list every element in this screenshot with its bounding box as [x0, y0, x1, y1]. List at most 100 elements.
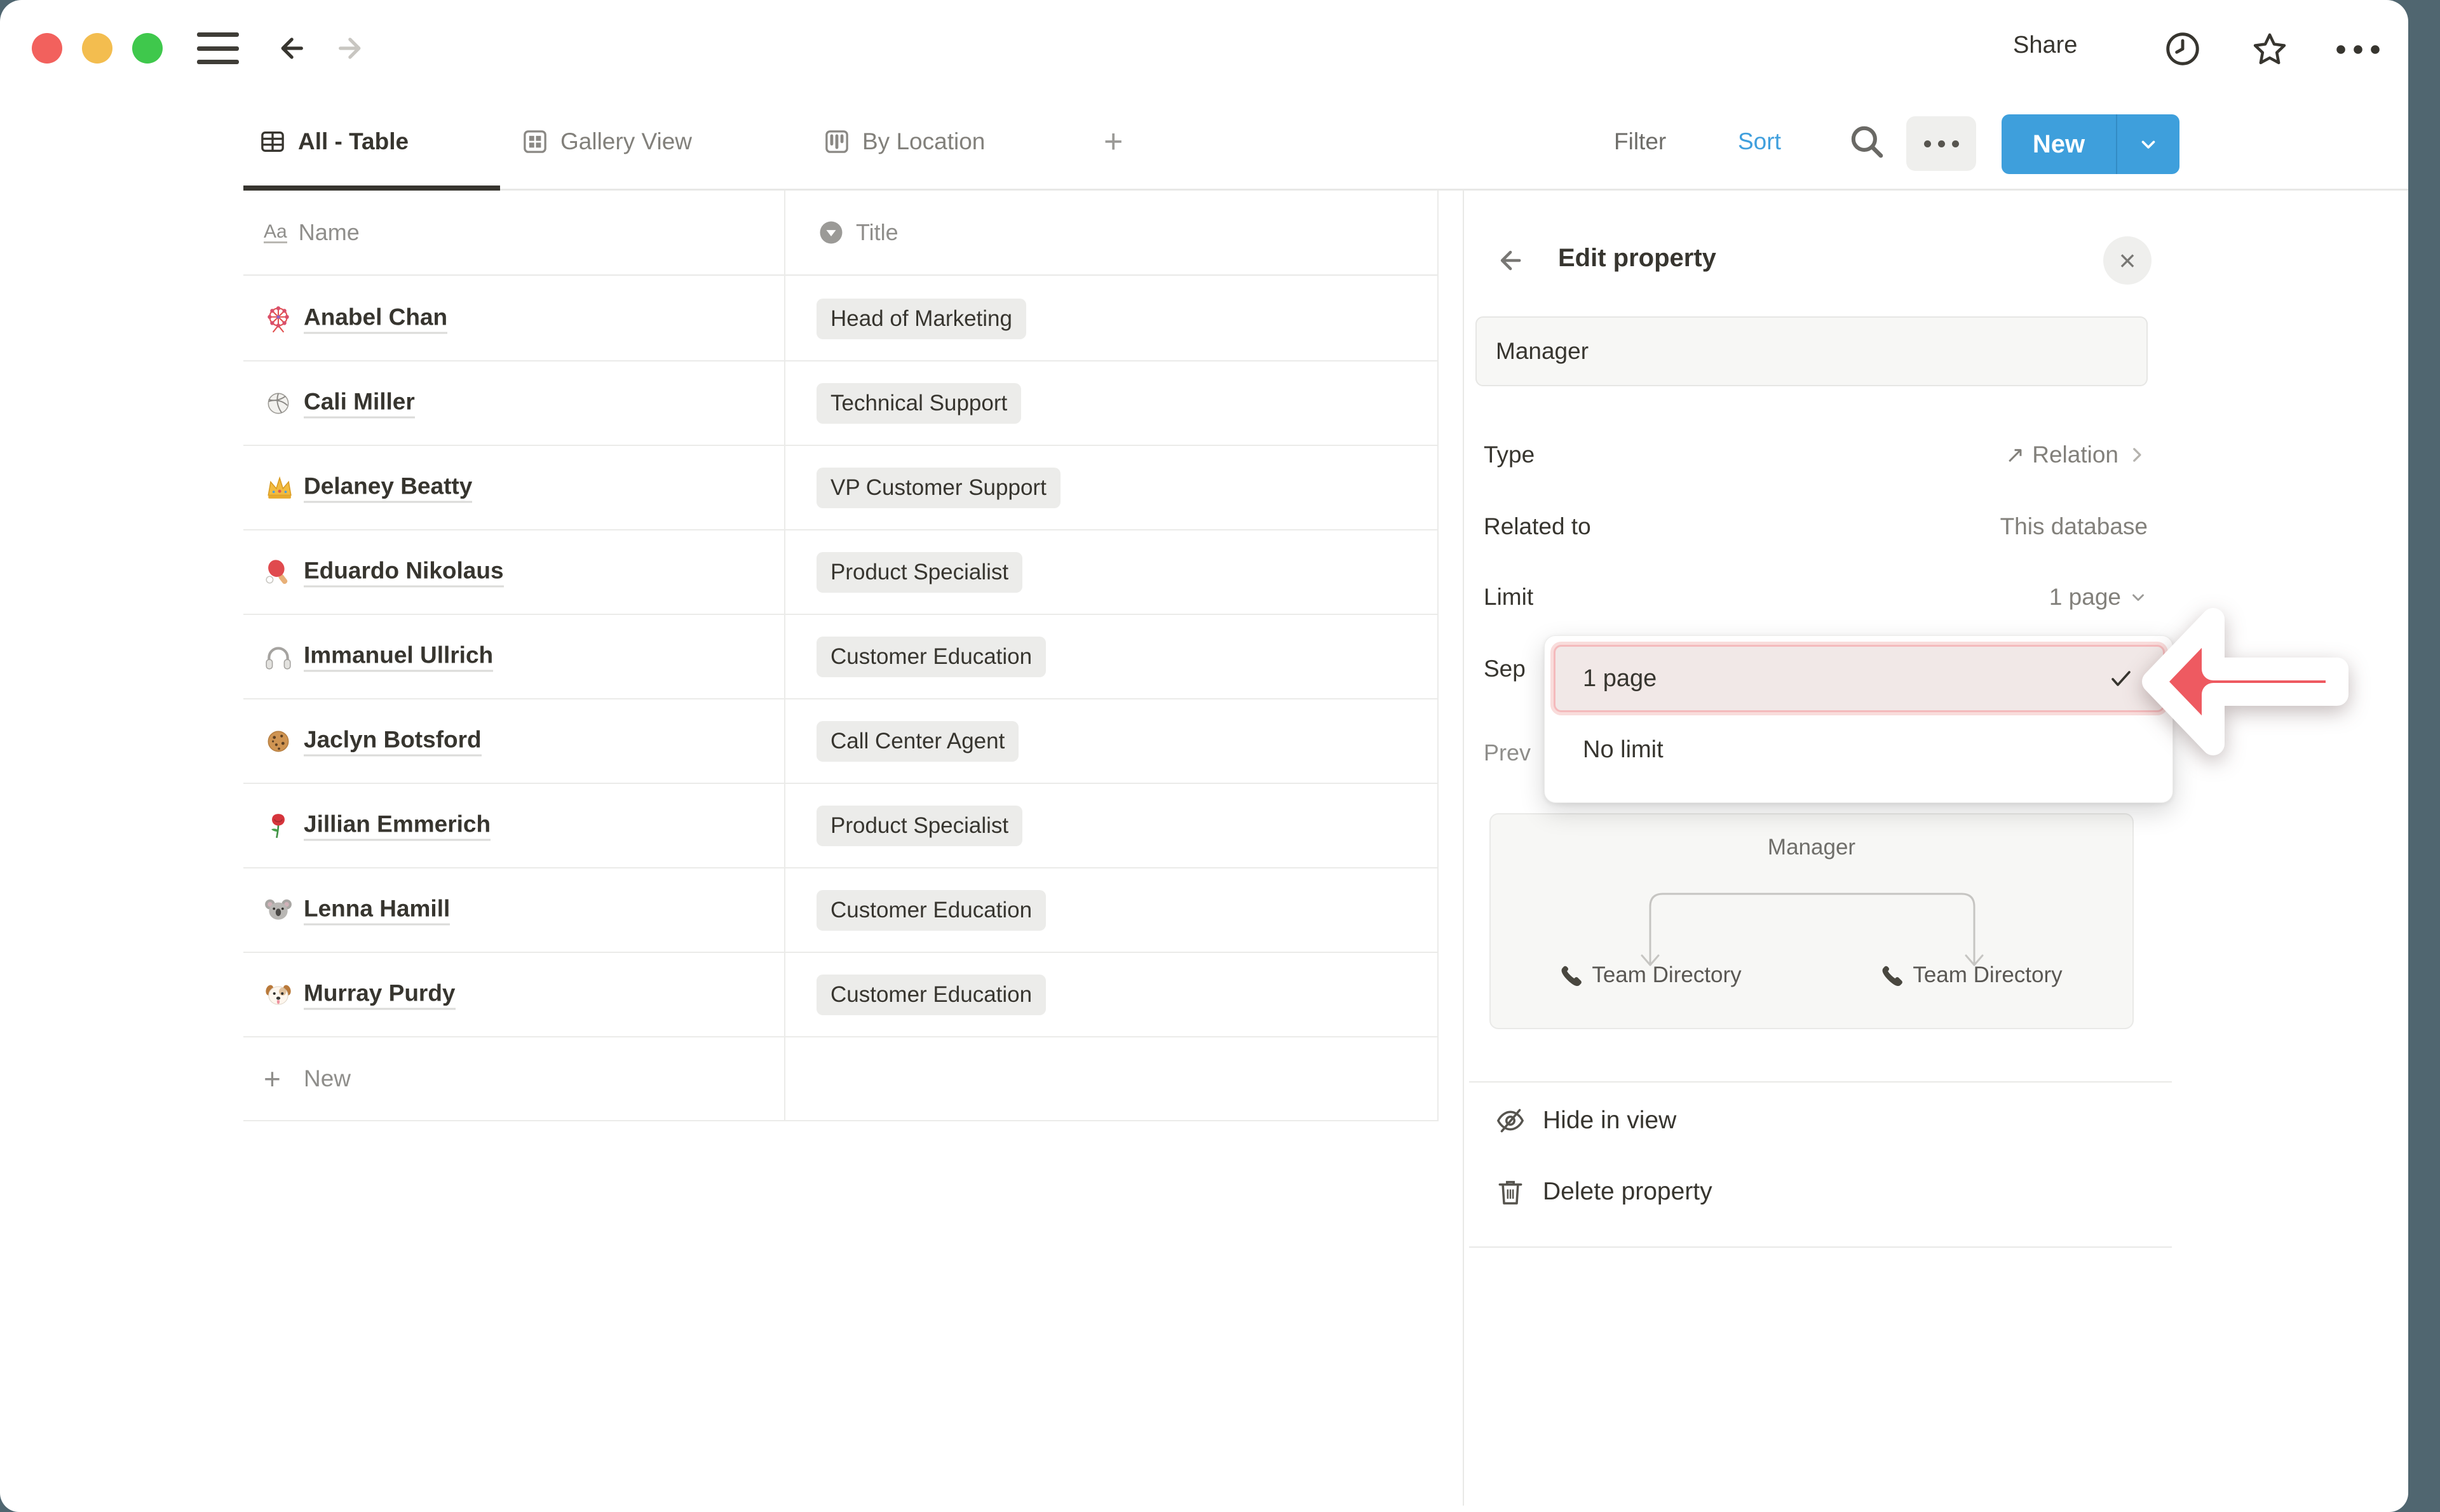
page-name-link[interactable]: Eduardo Nikolaus: [304, 557, 504, 587]
page-name-link[interactable]: Anabel Chan: [304, 304, 447, 334]
tab-gallery-view[interactable]: Gallery View: [521, 95, 692, 188]
back-arrow-icon[interactable]: [273, 30, 309, 66]
trash-icon: [1494, 1176, 1526, 1208]
tab-all-table[interactable]: All - Table: [259, 95, 409, 188]
minimize-window-button[interactable]: [82, 33, 112, 64]
share-button[interactable]: Share: [2013, 32, 2077, 59]
table-row[interactable]: Immanuel Ullrich Customer Education: [243, 615, 1437, 699]
title-tag[interactable]: Customer Education: [817, 637, 1046, 677]
plus-icon: +: [264, 1062, 281, 1096]
filter-button[interactable]: Filter: [1614, 95, 1666, 188]
property-name-input[interactable]: [1475, 316, 2148, 386]
table-row[interactable]: Lenna Hamill Customer Education: [243, 868, 1437, 953]
panel-title: Edit property: [1558, 244, 1716, 273]
koala-icon: [264, 896, 293, 925]
active-tab-underline: [243, 186, 500, 191]
window-more-icon[interactable]: [2333, 37, 2383, 62]
sidebar-menu-icon[interactable]: [197, 32, 239, 64]
title-tag[interactable]: VP Customer Support: [817, 468, 1061, 508]
table-row[interactable]: Murray Purdy Customer Education: [243, 953, 1437, 1037]
title-tag[interactable]: Call Center Agent: [817, 721, 1019, 762]
app-window: Share All - Table Gallery View By Locati…: [0, 0, 2408, 1512]
hide-in-view-button[interactable]: Hide in view: [1494, 1093, 1676, 1148]
title-tag[interactable]: Technical Support: [817, 383, 1021, 424]
crown-icon: [264, 473, 293, 503]
updates-clock-icon[interactable]: [2163, 29, 2202, 69]
column-label: Title: [856, 219, 898, 246]
limit-dropdown-menu: 1 page No limit: [1544, 635, 2173, 803]
forward-arrow-icon[interactable]: [333, 30, 369, 66]
new-dropdown-button[interactable]: [2117, 133, 2179, 155]
panel-section-divider: [1469, 1246, 2172, 1248]
board-view-icon: [823, 128, 851, 156]
panel-close-button[interactable]: ×: [2103, 236, 2152, 285]
tab-label: All - Table: [298, 128, 409, 155]
ferris-wheel-icon: [264, 304, 293, 334]
table-right-border: [1437, 191, 1439, 1121]
add-view-button[interactable]: +: [1104, 95, 1123, 188]
relation-arrow-icon: ↗: [2005, 442, 2024, 468]
page-name-link[interactable]: Cali Miller: [304, 388, 415, 418]
dropdown-option-no-limit[interactable]: No limit: [1554, 716, 2165, 783]
page-name-link[interactable]: Murray Purdy: [304, 980, 456, 1009]
tab-label: By Location: [862, 128, 985, 155]
row-label: Limit: [1475, 584, 1533, 611]
new-button[interactable]: New: [2002, 114, 2179, 174]
chevron-down-icon: [2138, 133, 2159, 155]
title-tag[interactable]: Product Specialist: [817, 806, 1022, 846]
table-row[interactable]: Eduardo Nikolaus Product Specialist: [243, 530, 1437, 615]
select-property-icon: [818, 219, 844, 246]
delete-property-button[interactable]: Delete property: [1494, 1164, 1712, 1219]
table-row[interactable]: Cali Miller Technical Support: [243, 361, 1437, 446]
title-tag[interactable]: Head of Marketing: [817, 299, 1026, 339]
preview-branch-lines: [1491, 870, 2135, 972]
action-label: Hide in view: [1543, 1107, 1676, 1135]
close-window-button[interactable]: [32, 33, 62, 64]
title-tag[interactable]: Product Specialist: [817, 552, 1022, 593]
related-to-row[interactable]: Related to This database: [1475, 501, 2148, 552]
dog-icon: [264, 980, 293, 1009]
table-row[interactable]: Anabel Chan Head of Marketing: [243, 277, 1437, 361]
ping-pong-icon: [264, 558, 293, 587]
page-name-link[interactable]: Immanuel Ullrich: [304, 642, 493, 672]
gallery-view-icon: [521, 128, 549, 156]
new-button-label: New: [2002, 130, 2116, 159]
row-value: This database: [2000, 513, 2148, 540]
table-row[interactable]: Delaney Beatty VP Customer Support: [243, 446, 1437, 530]
sort-button[interactable]: Sort: [1738, 95, 1781, 188]
tab-label: Gallery View: [560, 128, 692, 155]
column-header-title[interactable]: Title: [818, 191, 898, 274]
annotation-arrow-left: [2122, 584, 2402, 785]
rose-icon: [264, 811, 293, 840]
headphones-icon: [264, 642, 293, 672]
separate-row-label-clipped: Sep: [1484, 644, 1526, 694]
table-row[interactable]: Jaclyn Botsford Call Center Agent: [243, 699, 1437, 784]
limit-row[interactable]: Limit 1 page: [1475, 572, 2148, 623]
row-label: Type: [1475, 442, 1535, 468]
preview-child: Team Directory: [1881, 962, 2062, 988]
page-name-link[interactable]: Jaclyn Botsford: [304, 726, 482, 756]
new-row-button[interactable]: + New: [243, 1037, 1437, 1121]
volleyball-icon: [264, 389, 293, 418]
phone-icon: [1561, 964, 1582, 986]
favorite-star-icon[interactable]: [2249, 29, 2290, 70]
column-header-name[interactable]: Aa Name: [264, 191, 360, 274]
table-row[interactable]: Jillian Emmerich Product Specialist: [243, 784, 1437, 868]
search-icon[interactable]: [1846, 121, 1888, 163]
preview-child: Team Directory: [1561, 962, 1741, 988]
title-tag[interactable]: Customer Education: [817, 890, 1046, 931]
tab-by-location[interactable]: By Location: [823, 95, 985, 188]
page-name-link[interactable]: Jillian Emmerich: [304, 811, 491, 840]
panel-section-divider: [1469, 1081, 2172, 1083]
action-label: Delete property: [1543, 1178, 1712, 1206]
preview-root-label: Manager: [1491, 835, 2132, 860]
view-options-button[interactable]: [1906, 116, 1976, 171]
panel-back-icon[interactable]: [1493, 244, 1526, 277]
page-name-link[interactable]: Lenna Hamill: [304, 895, 450, 925]
dropdown-option-1-page[interactable]: 1 page: [1554, 645, 2165, 712]
title-tag[interactable]: Customer Education: [817, 975, 1046, 1015]
property-type-row[interactable]: Type ↗ Relation: [1475, 429, 2148, 480]
zoom-window-button[interactable]: [132, 33, 163, 64]
text-property-icon: Aa: [264, 222, 287, 244]
page-name-link[interactable]: Delaney Beatty: [304, 473, 472, 503]
